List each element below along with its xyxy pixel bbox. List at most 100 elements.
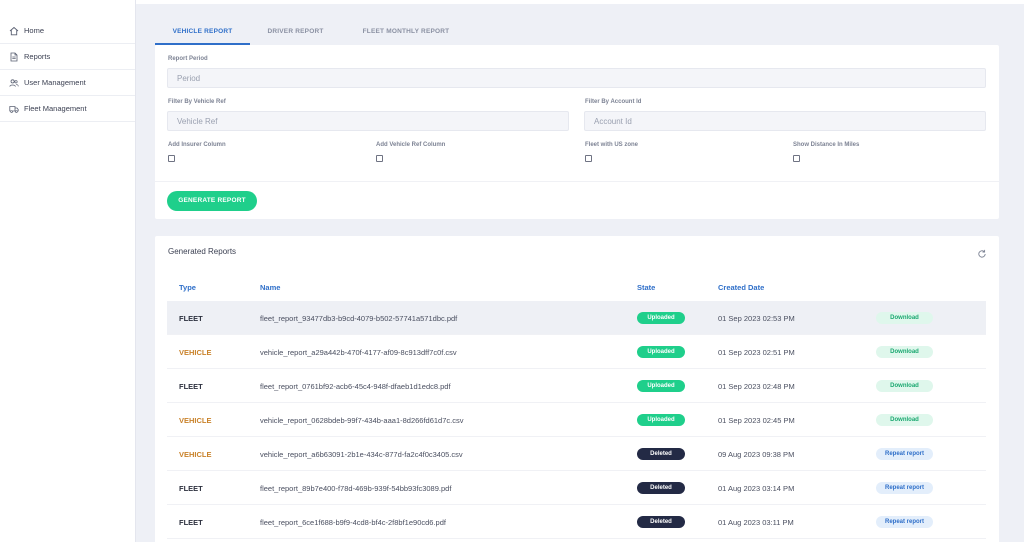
refresh-icon[interactable] (977, 246, 987, 258)
report-state-cell: Deleted (637, 437, 685, 471)
truck-icon (9, 104, 19, 114)
table-row: FLEET fleet_report_6ce1f688-b9f9-4cd8-bf… (167, 505, 986, 539)
tab-fleet-monthly-report[interactable]: FLEET MONTHLY REPORT (341, 20, 471, 45)
repeat-report-button[interactable]: Repeat report (876, 448, 933, 460)
report-created-date: 01 Sep 2023 02:45 PM (718, 415, 795, 425)
report-action-cell: Repeat report (876, 505, 933, 539)
main-content: VEHICLE REPORT DRIVER REPORT FLEET MONTH… (136, 0, 1024, 542)
column-header-created-date: Created Date (718, 283, 765, 292)
status-badge: Uploaded (637, 312, 685, 324)
sidebar-item-home[interactable]: Home (0, 18, 135, 44)
sidebar-item-label: Reports (24, 52, 51, 61)
sidebar-top-spacer (0, 0, 135, 18)
status-badge: Uploaded (637, 414, 685, 426)
vehicle-ref-input[interactable] (167, 111, 569, 131)
report-name: fleet_report_93477db3-b9cd-4079-b502-577… (260, 313, 458, 323)
report-state-cell: Deleted (637, 471, 685, 505)
tab-driver-report[interactable]: DRIVER REPORT (250, 20, 341, 45)
report-action-cell: Download (876, 369, 933, 403)
download-button[interactable]: Download (876, 312, 933, 324)
us-zone-label: Fleet with US zone (585, 142, 639, 148)
report-action-cell: Repeat report (876, 437, 933, 471)
report-created-date: 09 Aug 2023 09:38 PM (718, 449, 795, 459)
distance-miles-checkbox[interactable] (793, 155, 800, 162)
report-action-cell: Download (876, 335, 933, 369)
report-name: fleet_report_0761bf92-acb6-45c4-948f-dfa… (260, 381, 451, 391)
report-name: fleet_report_6ce1f688-b9f9-4cd8-bf4c-2f8… (260, 517, 446, 527)
report-created-date: 01 Sep 2023 02:48 PM (718, 381, 795, 391)
report-name: vehicle_report_0628bdeb-99f7-434b-aaa1-8… (260, 415, 464, 425)
report-filter-form: Report Period Filter By Vehicle Ref Filt… (155, 45, 999, 219)
generated-reports-title: Generated Reports (168, 247, 237, 256)
column-header-state: State (637, 283, 656, 292)
sidebar: Home Reports User Management Fleet Manag… (0, 0, 136, 542)
column-header-type: Type (179, 283, 196, 292)
status-badge: Deleted (637, 482, 685, 494)
top-bar (136, 0, 1024, 4)
table-row: FLEET fleet_report_89b7e400-f78d-469b-93… (167, 471, 986, 505)
vehicle-ref-label: Filter By Vehicle Ref (168, 99, 226, 105)
download-button[interactable]: Download (876, 414, 933, 426)
report-state-cell: Uploaded (637, 369, 685, 403)
form-divider (155, 181, 999, 182)
table-row: FLEET fleet_report_0761bf92-acb6-45c4-94… (167, 369, 986, 403)
status-badge: Deleted (637, 516, 685, 528)
report-name: vehicle_report_a6b63091-2b1e-434c-877d-f… (260, 449, 463, 459)
generated-reports-panel: Generated Reports Type Name State Create… (155, 236, 999, 542)
account-id-label: Filter By Account Id (585, 99, 642, 105)
report-created-date: 01 Sep 2023 02:51 PM (718, 347, 795, 357)
sidebar-item-user-management[interactable]: User Management (0, 70, 135, 96)
report-action-cell: Repeat report (876, 471, 933, 505)
distance-miles-label: Show Distance In Miles (793, 142, 860, 148)
table-row: VEHICLE vehicle_report_a29a442b-470f-417… (167, 335, 986, 369)
report-name: vehicle_report_a29a442b-470f-4177-af09-8… (260, 347, 457, 357)
report-period-input[interactable] (167, 68, 986, 88)
status-badge: Uploaded (637, 380, 685, 392)
report-state-cell: Deleted (637, 505, 685, 539)
sidebar-item-label: Home (24, 26, 45, 35)
table-row: VEHICLE vehicle_report_a6b63091-2b1e-434… (167, 437, 986, 471)
vehicle-ref-column-label: Add Vehicle Ref Column (376, 142, 446, 148)
report-state-cell: Uploaded (637, 301, 685, 335)
report-type: FLEET (179, 517, 203, 527)
repeat-report-button[interactable]: Repeat report (876, 516, 933, 528)
report-type: VEHICLE (179, 415, 212, 425)
document-icon (9, 52, 19, 62)
sidebar-item-label: Fleet Management (24, 104, 87, 113)
report-action-cell: Download (876, 301, 933, 335)
report-state-cell: Uploaded (637, 335, 685, 369)
status-badge: Deleted (637, 448, 685, 460)
report-created-date: 01 Aug 2023 03:14 PM (718, 483, 795, 493)
report-type: FLEET (179, 381, 203, 391)
sidebar-item-fleet-management[interactable]: Fleet Management (0, 96, 135, 122)
report-type: VEHICLE (179, 449, 212, 459)
us-zone-checkbox[interactable] (585, 155, 592, 162)
tab-vehicle-report[interactable]: VEHICLE REPORT (155, 20, 250, 45)
sidebar-item-label: User Management (24, 78, 86, 87)
report-action-cell: Download (876, 403, 933, 437)
report-tabs: VEHICLE REPORT DRIVER REPORT FLEET MONTH… (155, 20, 471, 45)
report-period-label: Report Period (168, 56, 208, 62)
generate-report-button[interactable]: GENERATE REPORT (167, 191, 257, 211)
report-type: FLEET (179, 483, 203, 493)
report-type: VEHICLE (179, 347, 212, 357)
vehicle-ref-column-checkbox[interactable] (376, 155, 383, 162)
download-button[interactable]: Download (876, 380, 933, 392)
home-icon (9, 26, 19, 36)
repeat-report-button[interactable]: Repeat report (876, 482, 933, 494)
report-created-date: 01 Sep 2023 02:53 PM (718, 313, 795, 323)
users-icon (9, 78, 19, 88)
insurer-column-checkbox[interactable] (168, 155, 175, 162)
insurer-column-label: Add Insurer Column (168, 142, 226, 148)
report-created-date: 01 Aug 2023 03:11 PM (718, 517, 794, 527)
table-row: FLEET fleet_report_93477db3-b9cd-4079-b5… (167, 301, 986, 335)
report-state-cell: Uploaded (637, 403, 685, 437)
report-type: FLEET (179, 313, 203, 323)
column-header-name: Name (260, 283, 281, 292)
table-row: VEHICLE vehicle_report_0628bdeb-99f7-434… (167, 403, 986, 437)
status-badge: Uploaded (637, 346, 685, 358)
report-name: fleet_report_89b7e400-f78d-469b-939f-54b… (260, 483, 452, 493)
download-button[interactable]: Download (876, 346, 933, 358)
account-id-input[interactable] (584, 111, 986, 131)
sidebar-item-reports[interactable]: Reports (0, 44, 135, 70)
